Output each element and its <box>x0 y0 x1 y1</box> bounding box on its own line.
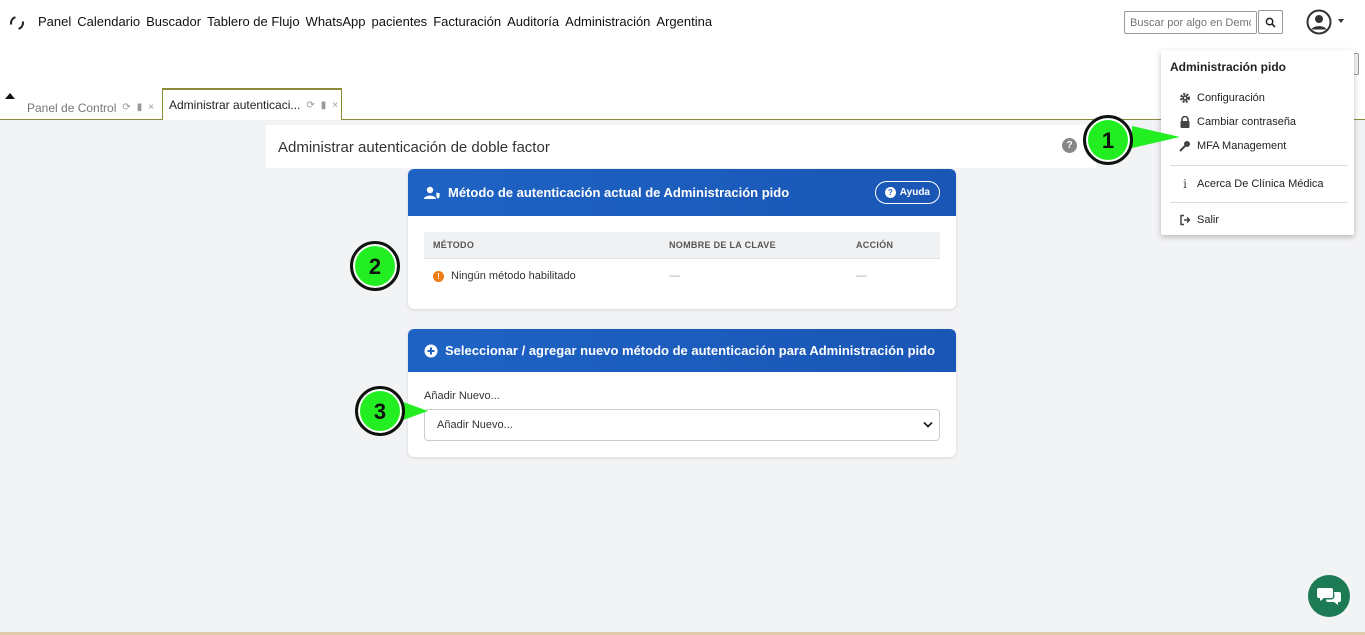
nav-item-tablero-de-flujo[interactable]: Tablero de Flujo <box>207 14 300 29</box>
collapse-toggle-icon[interactable] <box>5 93 15 99</box>
step-marker-3: 3 <box>355 386 405 436</box>
close-icon[interactable]: × <box>148 102 154 113</box>
tab-label: Panel de Control <box>27 100 117 115</box>
card-header: Seleccionar / agregar nuevo método de au… <box>408 329 956 372</box>
add-method-card: Seleccionar / agregar nuevo método de au… <box>408 329 956 457</box>
nav-item-argentina[interactable]: Argentina <box>656 14 712 29</box>
menu-item-salir[interactable]: Salir <box>1179 214 1219 226</box>
nav-item-pacientes[interactable]: pacientes <box>372 14 428 29</box>
lock-icon[interactable]: ▮ <box>321 100 327 111</box>
lock-icon <box>1180 116 1190 128</box>
marker-label: 3 <box>373 398 387 424</box>
user-avatar-icon[interactable] <box>1306 9 1332 35</box>
current-method-card: Método de autenticación actual de Admini… <box>408 169 956 309</box>
step-marker-1: 1 <box>1083 115 1133 165</box>
app-logo-icon[interactable] <box>7 13 27 33</box>
marker-arrow <box>1132 126 1180 148</box>
menu-item-label: Salir <box>1197 214 1220 226</box>
method-cell: ! Ningún método habilitado <box>424 270 669 282</box>
table-header: MÉTODO NOMBRE DE LA CLAVE ACCIÓN <box>424 232 940 258</box>
info-icon: i <box>1183 177 1187 191</box>
menu-item-acerca-de[interactable]: i Acerca De Clínica Médica <box>1179 177 1324 191</box>
column-header: ACCIÓN <box>856 240 894 250</box>
menu-divider <box>1170 202 1348 203</box>
column-header: NOMBRE DE LA CLAVE <box>669 240 776 250</box>
user-dropdown-menu: Administración pido Configuración Cambia… <box>1161 50 1354 235</box>
action-cell: — <box>856 270 867 282</box>
nav-item-panel[interactable]: Panel <box>38 14 71 29</box>
menu-divider <box>1170 165 1348 166</box>
menu-title: Administración pido <box>1170 60 1287 74</box>
chevron-down-icon[interactable] <box>1338 19 1344 23</box>
nav-item-buscador[interactable]: Buscador <box>146 14 201 29</box>
tab-administrar-autenticacion[interactable]: Administrar autenticaci... ⟳ ▮ × <box>162 88 342 120</box>
nav-item-administracion[interactable]: Administración <box>565 14 650 29</box>
search-input[interactable] <box>1124 11 1257 34</box>
menu-item-configuracion[interactable]: Configuración <box>1179 92 1265 104</box>
main-nav: Panel Calendario Buscador Tablero de Flu… <box>38 14 712 29</box>
key-name-cell: — <box>669 270 680 282</box>
nav-item-auditoria[interactable]: Auditoría <box>507 14 559 29</box>
column-header: MÉTODO <box>433 240 475 250</box>
menu-item-mfa-management[interactable]: MFA Management <box>1179 140 1286 152</box>
card-title: Método de autenticación actual de Admini… <box>448 185 790 200</box>
marker-label: 2 <box>368 253 382 279</box>
step-marker-2: 2 <box>350 241 400 291</box>
tab-panel-de-control[interactable]: Panel de Control ⟳ ▮ × <box>21 95 160 120</box>
question-icon: ? <box>884 187 896 198</box>
help-icon[interactable]: ? <box>1062 138 1077 153</box>
help-label: Ayuda <box>899 187 930 198</box>
warning-icon: ! <box>433 270 444 282</box>
methods-table: MÉTODO NOMBRE DE LA CLAVE ACCIÓN ! Ningú… <box>424 232 940 293</box>
nav-item-calendario[interactable]: Calendario <box>77 14 140 29</box>
chat-button[interactable] <box>1308 575 1350 617</box>
tab-label: Administrar autenticaci... <box>169 98 301 112</box>
key-icon <box>1179 141 1190 152</box>
sign-out-icon <box>1180 214 1191 226</box>
card-header: Método de autenticación actual de Admini… <box>408 169 956 216</box>
selected-value: Añadir Nuevo... <box>437 419 513 431</box>
plus-circle-icon <box>424 344 438 358</box>
search-button[interactable] <box>1258 10 1283 34</box>
card-title: Seleccionar / agregar nuevo método de au… <box>445 343 936 358</box>
marker-label: 1 <box>1101 127 1115 153</box>
menu-item-label: MFA Management <box>1197 140 1287 152</box>
user-shield-icon <box>424 186 441 200</box>
nav-item-facturacion[interactable]: Facturación <box>433 14 501 29</box>
help-button[interactable]: ? Ayuda <box>874 181 940 204</box>
nav-item-whatsapp[interactable]: WhatsApp <box>306 14 366 29</box>
add-method-select[interactable]: Añadir Nuevo... <box>424 409 940 441</box>
menu-item-label: Acerca De Clínica Médica <box>1197 178 1324 190</box>
menu-item-label: Cambiar contraseña <box>1197 116 1297 128</box>
search-icon <box>1265 17 1276 28</box>
method-value: Ningún método habilitado <box>451 270 576 282</box>
page-header: Administrar autenticación de doble facto… <box>266 125 1096 168</box>
menu-item-cambiar-contrasena[interactable]: Cambiar contraseña <box>1179 116 1296 128</box>
chat-icon <box>1317 588 1341 605</box>
refresh-icon[interactable]: ⟳ <box>306 100 314 111</box>
lock-icon[interactable]: ▮ <box>137 102 143 113</box>
gear-icon <box>1180 93 1190 103</box>
close-icon[interactable]: × <box>332 100 338 111</box>
menu-item-label: Configuración <box>1197 92 1265 104</box>
chevron-down-icon <box>923 421 933 428</box>
table-row: ! Ningún método habilitado — — <box>424 258 940 293</box>
refresh-icon[interactable]: ⟳ <box>122 102 130 113</box>
field-label: Añadir Nuevo... <box>424 390 500 402</box>
page-title: Administrar autenticación de doble facto… <box>278 139 550 156</box>
